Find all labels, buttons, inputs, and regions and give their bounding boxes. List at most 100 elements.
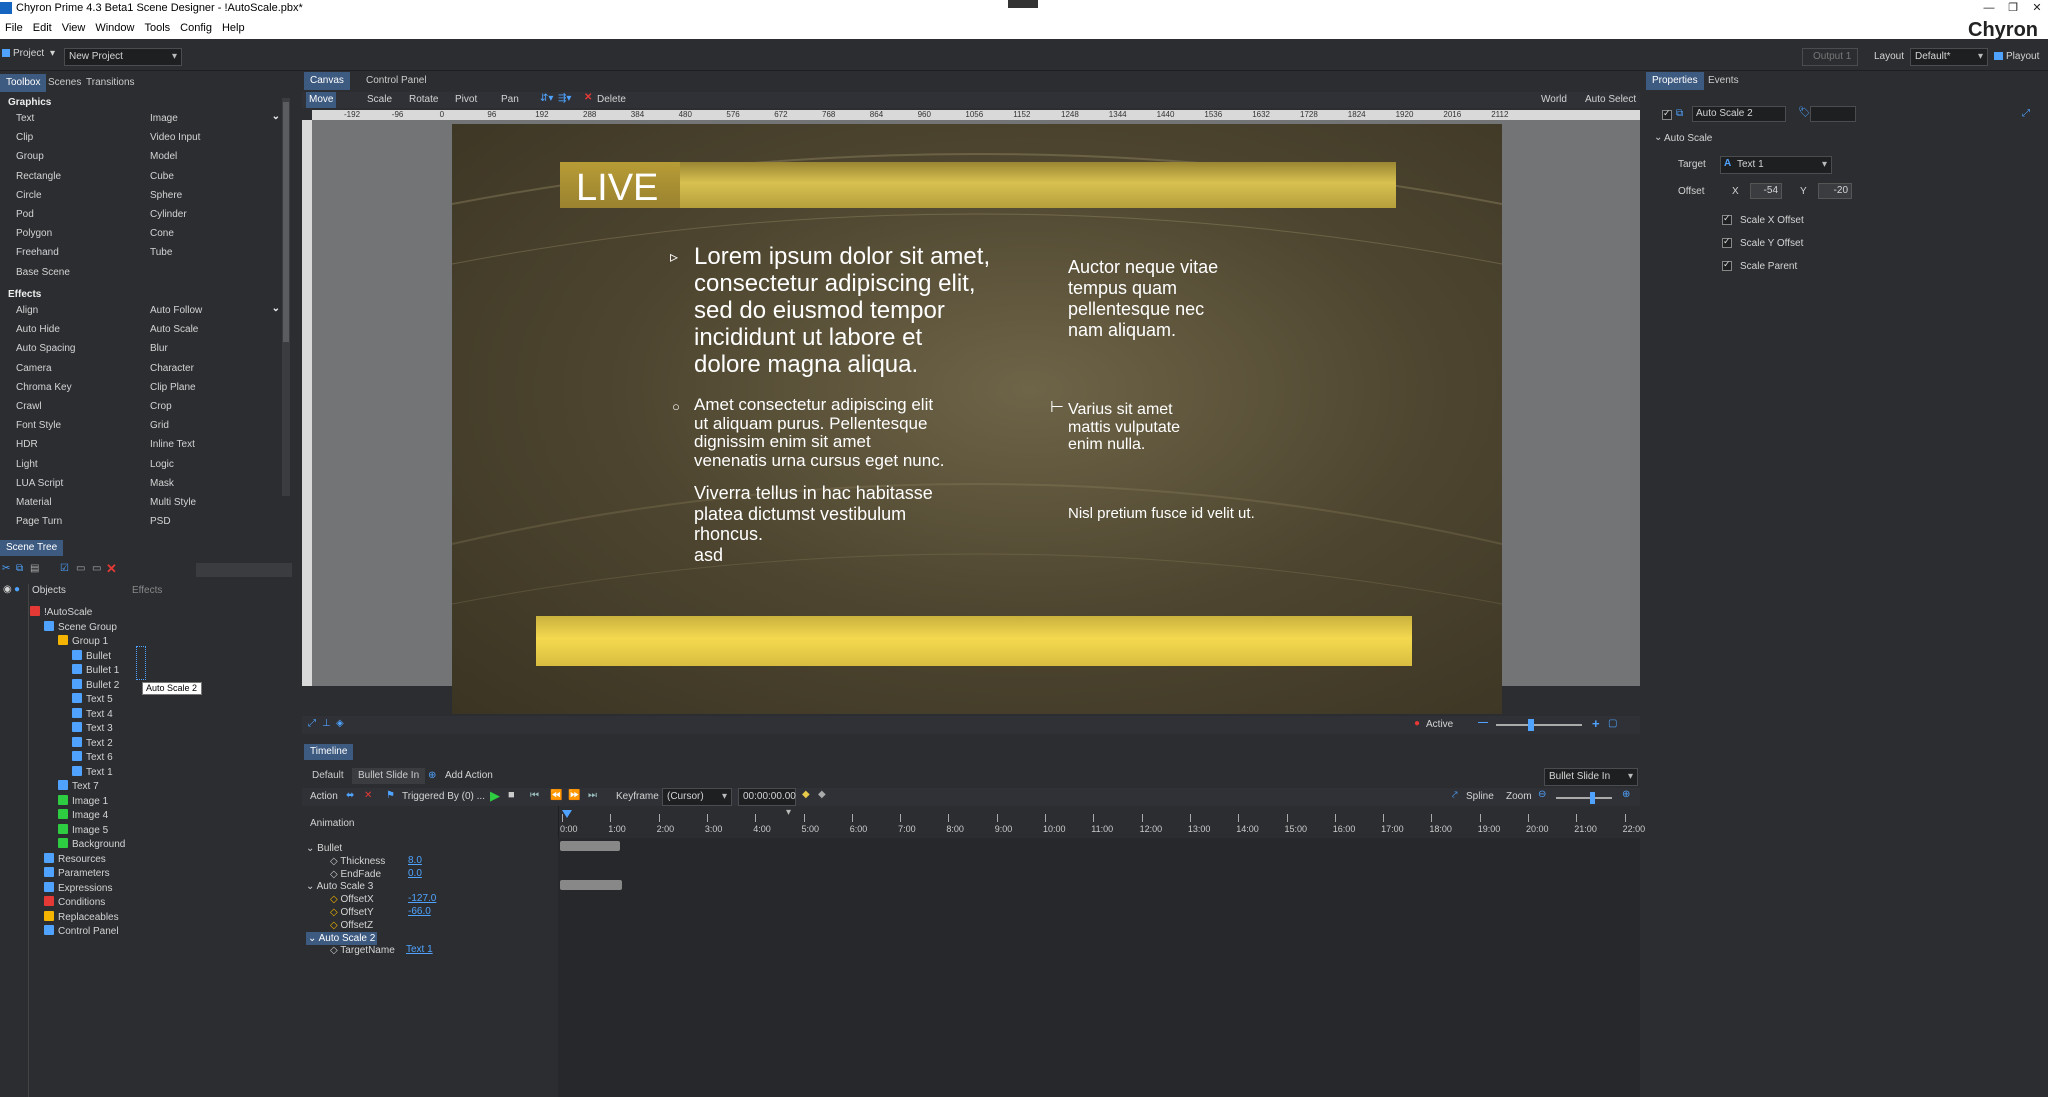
tool-crawl[interactable]: Crawl: [0, 400, 42, 414]
drag-handle[interactable]: [1008, 0, 1038, 8]
align-icon[interactable]: ⇵▾: [540, 93, 553, 104]
expand-icon[interactable]: ⌄: [308, 933, 319, 944]
tool-circle[interactable]: Circle: [0, 189, 42, 203]
keyframe-icon[interactable]: ◇: [330, 920, 340, 931]
tool-chroma-key[interactable]: Chroma Key: [0, 381, 72, 395]
tool-sphere[interactable]: Sphere: [134, 189, 182, 203]
project-label[interactable]: Project: [13, 48, 44, 59]
tool-group[interactable]: Group: [0, 150, 44, 164]
tab-properties[interactable]: Properties: [1646, 72, 1704, 90]
tool-page-turn[interactable]: Page Turn: [0, 515, 62, 529]
pan-tool[interactable]: Pan: [498, 92, 522, 108]
tree-item-image-4[interactable]: Image 4: [58, 809, 108, 823]
output-select[interactable]: Output 1: [1802, 48, 1858, 66]
tool-lua-script[interactable]: LUA Script: [0, 477, 63, 491]
keyframe-select[interactable]: (Cursor): [662, 788, 732, 806]
time-input[interactable]: 00:00:00.00: [738, 788, 796, 821]
track-value[interactable]: Text 1: [406, 944, 433, 955]
zoom-out-icon[interactable]: —: [1478, 717, 1488, 728]
safe-area-icon[interactable]: ◈: [336, 718, 344, 729]
tag-input[interactable]: [1810, 106, 1856, 122]
tree-item-image-5[interactable]: Image 5: [58, 823, 108, 838]
preset-select[interactable]: Bullet Slide In: [1544, 768, 1638, 786]
play-icon[interactable]: ▶: [490, 788, 500, 804]
track-auto-scale-3[interactable]: ⌄ Auto Scale 3: [306, 880, 373, 893]
tab-bullet-slide-in[interactable]: Bullet Slide In: [352, 768, 426, 784]
tab-events[interactable]: Events: [1702, 72, 1745, 90]
last-frame-icon[interactable]: ⏭: [588, 790, 597, 801]
tree-item-text-3[interactable]: Text 3: [72, 722, 113, 736]
world-toggle[interactable]: World: [1538, 92, 1570, 108]
tool-character[interactable]: Character: [134, 362, 194, 376]
keyframe-icon[interactable]: ◇: [330, 894, 340, 905]
tab-canvas[interactable]: Canvas: [304, 72, 350, 90]
tool-grid[interactable]: Grid: [134, 419, 169, 433]
effect-name-input[interactable]: Auto Scale 2: [1692, 106, 1786, 122]
layout-select[interactable]: Default*: [1910, 48, 1988, 66]
tool-font-style[interactable]: Font Style: [0, 419, 61, 433]
timeline-zoom-in-icon[interactable]: ⊕: [1622, 789, 1630, 800]
offset-x-input[interactable]: -54: [1750, 183, 1782, 199]
set-key-icon[interactable]: ◆: [802, 789, 810, 800]
tab-control-panel[interactable]: Control Panel: [360, 72, 433, 90]
close-button[interactable]: ✕: [2014, 0, 2048, 17]
cut-icon[interactable]: ✂: [2, 563, 10, 574]
triggered-by-button[interactable]: Triggered By (0) ...: [402, 791, 485, 802]
scale-y-offset-checkbox[interactable]: [1722, 236, 1732, 248]
fit-icon[interactable]: ⤢: [308, 718, 316, 729]
scale-tool[interactable]: Scale: [364, 92, 395, 108]
tab-transitions[interactable]: Transitions: [80, 74, 141, 92]
keyframe-icon[interactable]: ◇: [330, 869, 340, 880]
tool-blur[interactable]: Blur: [134, 342, 168, 356]
track-value[interactable]: 8.0: [408, 855, 422, 866]
active-select[interactable]: Active: [1426, 719, 1453, 730]
stop-icon[interactable]: ■: [508, 789, 515, 801]
tree-item-text-1[interactable]: Text 1: [72, 765, 113, 780]
auto-select-toggle[interactable]: Auto Select: [1582, 92, 1639, 108]
keyframe-icon[interactable]: ◇: [330, 945, 340, 956]
pivot-tool[interactable]: Pivot: [452, 92, 480, 108]
menu-config[interactable]: Config: [175, 17, 217, 39]
tree-item-text-2[interactable]: Text 2: [72, 736, 113, 751]
text-block-right-3[interactable]: Nisl pretium fusce id velit ut.: [1068, 506, 1255, 522]
copy-icon[interactable]: ⧉: [16, 563, 23, 574]
lower-bar[interactable]: [536, 616, 1412, 666]
keyframe-icon[interactable]: ◇: [330, 907, 340, 918]
clear-key-icon[interactable]: ◆: [818, 789, 826, 800]
playhead-icon[interactable]: [562, 810, 572, 818]
visibility-icon[interactable]: ◉: [3, 584, 12, 595]
tree-item-conditions[interactable]: Conditions: [44, 896, 105, 910]
canvas-zoom-slider[interactable]: [1496, 719, 1582, 731]
menu-help[interactable]: Help: [217, 17, 250, 39]
rotate-tool[interactable]: Rotate: [406, 92, 441, 108]
fullscreen-icon[interactable]: ▢: [1608, 718, 1617, 729]
effect-icons[interactable]: [136, 646, 146, 680]
tool-auto-follow[interactable]: Auto Follow: [134, 304, 202, 318]
menu-view[interactable]: View: [57, 17, 91, 39]
tool-crop[interactable]: Crop: [134, 400, 172, 414]
tree-item-expressions[interactable]: Expressions: [44, 881, 112, 896]
action-remove-icon[interactable]: ✕: [364, 790, 372, 801]
tree-item-image-1[interactable]: Image 1: [58, 794, 108, 809]
tree-item-group-1[interactable]: Group 1: [58, 635, 108, 649]
add-action-icon[interactable]: ⊕: [428, 770, 436, 781]
tool-cone[interactable]: Cone: [134, 227, 174, 241]
tool-model[interactable]: Model: [134, 150, 177, 164]
track-offsety[interactable]: ◇ OffsetY: [330, 906, 374, 919]
menu-tools[interactable]: Tools: [139, 17, 175, 39]
stage-background[interactable]: LIVE ▹ Lorem ipsum dolor sit amet, consec…: [452, 124, 1502, 714]
next-frame-icon[interactable]: ⏩: [568, 790, 580, 801]
move-tool[interactable]: Move: [306, 92, 337, 108]
tree-item-text-7[interactable]: Text 7: [58, 780, 99, 794]
tree-item-text-4[interactable]: Text 4: [72, 707, 113, 722]
tree-item-scene-group[interactable]: Scene Group: [44, 620, 117, 635]
paste-icon[interactable]: ▤: [30, 563, 39, 574]
bullet-keyframe-bar[interactable]: [560, 841, 620, 851]
prev-frame-icon[interactable]: ⏪: [550, 790, 562, 801]
tree-item-replaceables[interactable]: Replaceables: [44, 910, 119, 925]
tool-auto-hide[interactable]: Auto Hide: [0, 323, 60, 337]
scale-parent-checkbox[interactable]: [1722, 259, 1732, 271]
tool-text[interactable]: Text: [0, 112, 34, 126]
tool-freehand[interactable]: Freehand: [0, 246, 59, 260]
action-add-icon[interactable]: ⬌: [346, 790, 354, 801]
